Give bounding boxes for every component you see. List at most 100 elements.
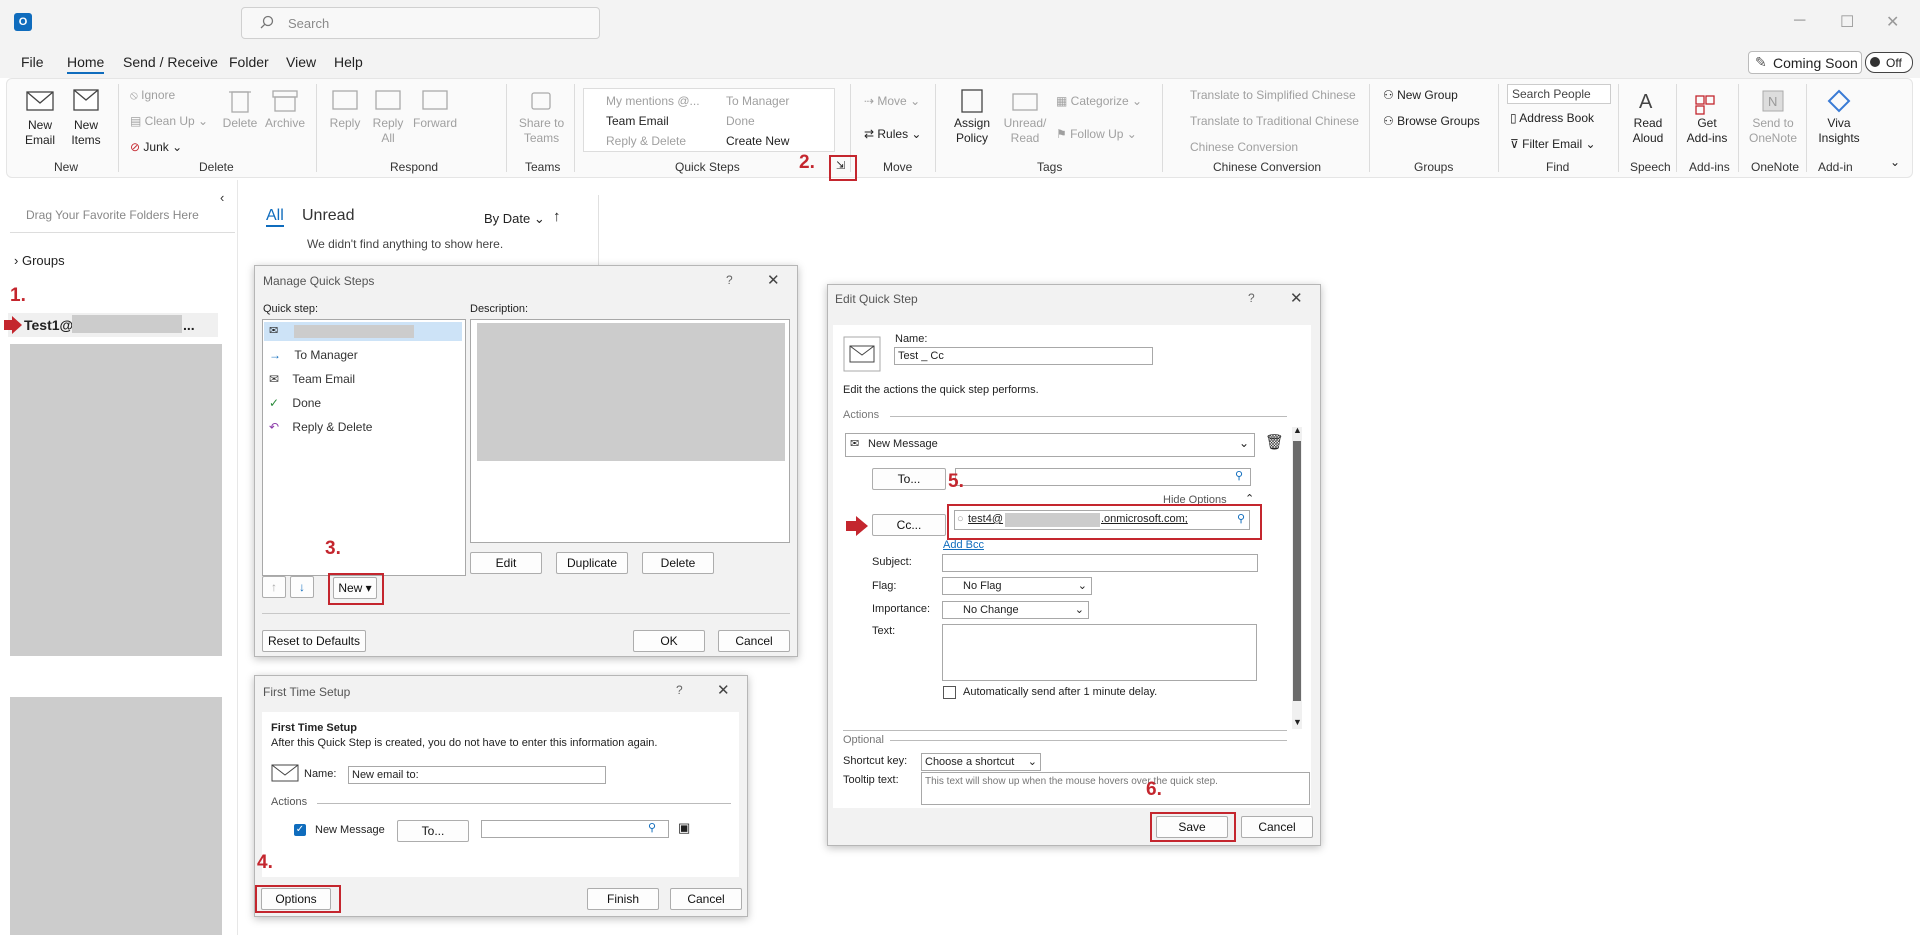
reply-button[interactable]: Reply [325,86,365,131]
follow-up-button[interactable]: ⚑ Follow Up ⌄ [1056,127,1137,141]
subject-field[interactable] [942,554,1258,572]
list-item-done[interactable]: ✓ Done [269,396,321,410]
contact-card-icon[interactable]: ▣ [678,820,690,836]
list-item-to-manager[interactable]: → To Manager [269,348,358,362]
importance-select[interactable]: No Change ⌄ [942,601,1089,619]
translate-simplified-button[interactable]: Translate to Simplified Chinese [1190,88,1356,102]
collapse-ribbon-icon[interactable]: ⌄ [1890,155,1900,169]
list-item-team-email[interactable]: ✉ Team Email [269,372,355,386]
save-button[interactable]: Save [1156,816,1228,838]
account-row[interactable]: Test1@ ... [4,313,218,337]
qs-to-manager[interactable]: To Manager [726,94,789,108]
quick-steps-launcher-highlight[interactable]: ⇲ [829,155,857,181]
to-field[interactable] [481,820,669,838]
clean-up-button[interactable]: ▤ Clean Up ⌄ [130,114,208,128]
to-field[interactable] [955,468,1251,486]
sort-by-date[interactable]: By Date ⌄ [484,211,545,227]
off-toggle[interactable]: Off [1865,52,1913,73]
list-item-reply-delete[interactable]: ↶ Reply & Delete [269,420,372,434]
scroll-thumb[interactable] [1293,441,1301,701]
scroll-down-icon[interactable]: ▼ [1293,717,1302,727]
junk-button[interactable]: ⊘ Junk ⌄ [130,140,182,154]
help-icon[interactable]: ? [1248,291,1255,305]
move-up-button[interactable]: ↑ [262,576,286,598]
reset-defaults-button[interactable]: Reset to Defaults [262,630,366,652]
auto-send-checkbox[interactable] [943,686,956,699]
move-down-button[interactable]: ↓ [290,576,314,598]
browse-groups-button[interactable]: ⚇ Browse Groups [1383,114,1480,128]
flag-select[interactable]: No Flag ⌄ [942,577,1092,595]
menu-home[interactable]: Home [67,54,105,74]
cc-field[interactable]: ○ test4@ .onmicrosoft.com; [954,510,1250,530]
menu-folder[interactable]: Folder [229,54,269,70]
quick-step-list[interactable]: ✉ → To Manager ✉ Team Email ✓ Done ↶ Rep… [262,319,466,576]
filter-email-button[interactable]: ⊽ Filter Email ⌄ [1510,137,1596,151]
help-icon[interactable]: ? [726,273,733,287]
categorize-button[interactable]: ▦ Categorize ⌄ [1056,94,1142,108]
new-message-checkbox[interactable]: ✓ [294,824,306,836]
new-email-button[interactable]: New Email [18,86,62,148]
qs-my-mentions[interactable]: My mentions @... [606,94,700,108]
minimize-icon[interactable]: ─ [1794,12,1805,30]
tab-all[interactable]: All [266,207,284,227]
archive-button[interactable]: Archive [263,86,307,131]
collapse-pane-icon[interactable]: ‹ [220,190,224,205]
name-field[interactable]: Test _ Cc [894,347,1153,365]
action-select[interactable]: ✉ New Message ⌄ [845,433,1255,457]
read-aloud-button[interactable]: A Read Aloud [1624,86,1672,146]
menu-view[interactable]: View [286,54,316,70]
address-book-icon[interactable]: ⚲ [1237,512,1245,525]
ignore-button[interactable]: ⦸ Ignore [130,88,175,103]
get-addins-button[interactable]: Get Add-ins [1682,86,1732,146]
menu-send-receive[interactable]: Send / Receive [123,54,218,70]
delete-action-icon[interactable]: 🗑 [1265,433,1284,451]
add-bcc-link[interactable]: Add Bcc [943,539,984,551]
assign-policy-button[interactable]: Assign Policy [946,86,998,146]
help-icon[interactable]: ? [676,683,683,697]
move-button[interactable]: ⇢ Move ⌄ [864,94,920,108]
options-button[interactable]: Options [261,888,331,910]
shortcut-select[interactable]: Choose a shortcut ⌄ [921,753,1041,771]
to-button[interactable]: To... [397,820,469,842]
cc-button[interactable]: Cc... [872,514,946,536]
new-button[interactable]: New ▾ [333,577,377,599]
menu-file[interactable]: File [21,54,44,70]
new-group-button[interactable]: ⚇ New Group [1383,88,1458,102]
rules-button[interactable]: ⇄ Rules ⌄ [864,127,921,141]
close-icon[interactable]: ✕ [717,681,730,699]
maximize-icon[interactable]: ☐ [1840,12,1854,32]
address-book-icon[interactable]: ⚲ [1235,469,1243,482]
qs-done[interactable]: Done [726,114,755,128]
text-area[interactable] [942,624,1257,681]
close-icon[interactable]: ✕ [1290,289,1303,307]
to-button[interactable]: To... [872,468,946,490]
chinese-conversion-button[interactable]: Chinese Conversion [1190,140,1298,154]
new-items-button[interactable]: New Items [64,86,108,148]
cancel-button[interactable]: Cancel [670,888,742,910]
cancel-button[interactable]: Cancel [1241,816,1313,838]
cancel-button[interactable]: Cancel [718,630,790,652]
scrollbar[interactable]: ▲ ▼ [1292,425,1302,729]
qs-reply-delete[interactable]: Reply & Delete [606,134,686,148]
search-people-input[interactable]: Search People [1507,84,1611,104]
reply-all-button[interactable]: Reply All [368,86,408,146]
selected-item[interactable]: ✉ [264,322,462,341]
ok-button[interactable]: OK [633,630,705,652]
tab-unread[interactable]: Unread [302,207,354,225]
close-window-icon[interactable]: ✕ [1886,12,1899,32]
address-book-button[interactable]: ▯ Address Book [1510,111,1594,125]
scroll-up-icon[interactable]: ▲ [1293,425,1302,435]
finish-button[interactable]: Finish [587,888,659,910]
close-icon[interactable]: ✕ [767,271,780,289]
qs-create-new[interactable]: Create New [726,134,789,148]
name-field[interactable]: New email to: [348,766,606,784]
coming-soon-toggle[interactable]: ✎ Coming Soon [1748,51,1862,74]
tooltip-field[interactable]: This text will show up when the mouse ho… [921,772,1310,805]
groups-folder[interactable]: › Groups [14,253,65,268]
viva-insights-button[interactable]: Viva Insights [1812,86,1866,146]
address-book-icon[interactable]: ⚲ [648,821,656,834]
search-box[interactable]: Search [241,7,600,39]
forward-button[interactable]: Forward [411,86,459,131]
unread-read-button[interactable]: Unread/ Read [1000,86,1050,146]
sort-arrow-icon[interactable]: ↑ [553,208,561,225]
